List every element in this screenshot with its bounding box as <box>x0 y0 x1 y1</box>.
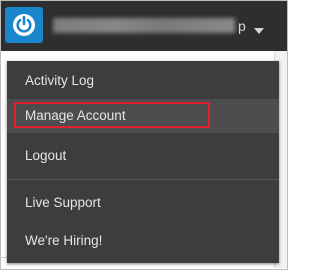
account-name-suffix: p <box>238 18 246 34</box>
menu-item-label: Logout <box>25 148 67 163</box>
redacted-account-name <box>53 18 235 33</box>
menu-item-activity-log[interactable]: Activity Log <box>7 63 279 99</box>
menu-item-label: Manage Account <box>25 108 126 123</box>
menu-item-manage-account[interactable]: Manage Account <box>7 99 279 133</box>
account-dropdown-menu: Activity Log Manage Account Logout Live … <box>7 61 279 263</box>
caret-down-icon[interactable] <box>254 21 264 39</box>
menu-item-live-support[interactable]: Live Support <box>7 185 279 221</box>
menu-item-label: Live Support <box>25 195 101 210</box>
power-icon[interactable] <box>5 7 43 43</box>
menu-item-label: Activity Log <box>25 73 95 88</box>
menu-item-were-hiring[interactable]: We're Hiring! <box>7 223 279 259</box>
menu-item-logout[interactable]: Logout <box>7 138 279 174</box>
top-bar: p <box>1 1 287 51</box>
menu-item-label: We're Hiring! <box>25 233 103 248</box>
menu-divider <box>7 179 279 180</box>
